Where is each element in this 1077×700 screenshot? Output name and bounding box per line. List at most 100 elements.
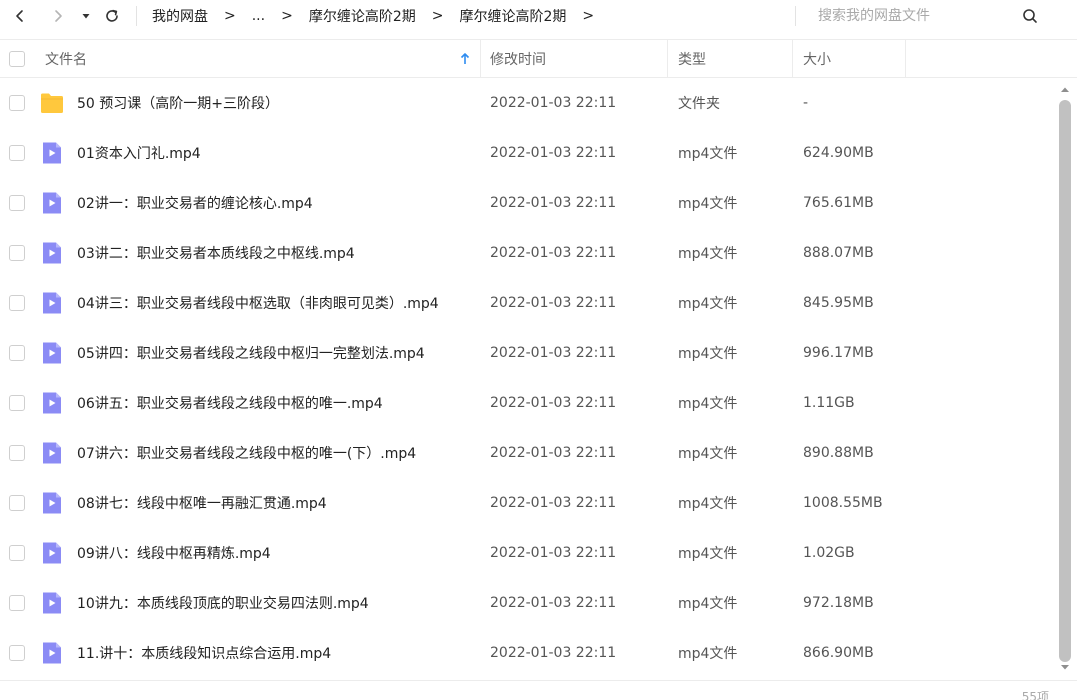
row-checkbox[interactable] [9, 95, 25, 111]
scroll-down-arrow-icon [1061, 664, 1069, 669]
column-divider[interactable] [667, 40, 668, 78]
list-item[interactable]: 50 预习课（高阶一期+三阶段） 2022-01-03 22:11 文件夹 - [0, 78, 1056, 128]
file-size: 996.17MB [803, 345, 874, 361]
row-checkbox[interactable] [9, 195, 25, 211]
file-name[interactable]: 10讲九：本质线段顶底的职业交易四法则.mp4 [77, 578, 369, 628]
file-mtime: 2022-01-03 22:11 [490, 145, 617, 161]
file-mtime: 2022-01-03 22:11 [490, 245, 617, 261]
header-name[interactable]: 文件名 [45, 40, 87, 78]
list-item[interactable]: 06讲五：职业交易者线段之线段中枢的唯一.mp4 2022-01-03 22:1… [0, 378, 1056, 428]
row-checkbox[interactable] [9, 545, 25, 561]
list-item[interactable]: 10讲九：本质线段顶底的职业交易四法则.mp4 2022-01-03 22:11… [0, 578, 1056, 628]
video-file-icon [43, 442, 61, 464]
row-checkbox[interactable] [9, 295, 25, 311]
file-type: mp4文件 [678, 396, 738, 412]
breadcrumb-separator: > [281, 8, 293, 24]
video-file-icon [43, 342, 61, 364]
top-navigation-bar: 我的网盘 > ... > 摩尔缠论高阶2期 > 摩尔缠论高阶2期 > [0, 0, 1077, 32]
row-checkbox[interactable] [9, 245, 25, 261]
file-name[interactable]: 04讲三：职业交易者线段中枢选取（非肉眼可见类）.mp4 [77, 278, 439, 328]
row-checkbox[interactable] [9, 595, 25, 611]
row-checkbox[interactable] [9, 645, 25, 661]
row-checkbox[interactable] [9, 145, 25, 161]
row-checkbox[interactable] [9, 345, 25, 361]
file-mtime: 2022-01-03 22:11 [490, 495, 617, 511]
breadcrumb-separator: > [224, 8, 236, 24]
file-name[interactable]: 03讲二：职业交易者本质线段之中枢线.mp4 [77, 228, 355, 278]
chevron-right-icon [55, 10, 62, 22]
file-name[interactable]: 09讲八：线段中枢再精炼.mp4 [77, 528, 271, 578]
file-size: 866.90MB [803, 645, 874, 661]
file-type: mp4文件 [678, 146, 738, 162]
search-input[interactable] [808, 4, 1018, 28]
header-mtime[interactable]: 修改时间 [490, 40, 546, 78]
list-item[interactable]: 03讲二：职业交易者本质线段之中枢线.mp4 2022-01-03 22:11 … [0, 228, 1056, 278]
video-file-icon [43, 292, 61, 314]
list-item[interactable]: 04讲三：职业交易者线段中枢选取（非肉眼可见类）.mp4 2022-01-03 … [0, 278, 1056, 328]
file-mtime: 2022-01-03 22:11 [490, 445, 617, 461]
row-checkbox[interactable] [9, 495, 25, 511]
video-file-icon [43, 242, 61, 264]
breadcrumb-item-current[interactable]: 摩尔缠论高阶2期 [459, 6, 566, 26]
footer-divider [0, 680, 1077, 681]
file-type: mp4文件 [678, 296, 738, 312]
column-divider[interactable] [792, 40, 793, 78]
file-name[interactable]: 06讲五：职业交易者线段之线段中枢的唯一.mp4 [77, 378, 383, 428]
video-file-icon [43, 492, 61, 514]
row-checkbox[interactable] [9, 395, 25, 411]
file-size: - [803, 95, 809, 111]
file-mtime: 2022-01-03 22:11 [490, 95, 617, 111]
scroll-up-arrow-icon [1061, 87, 1069, 92]
breadcrumb-item-root[interactable]: 我的网盘 [152, 6, 208, 26]
file-name[interactable]: 11.讲十：本质线段知识点综合运用.mp4 [77, 628, 331, 678]
list-item[interactable]: 09讲八：线段中枢再精炼.mp4 2022-01-03 22:11 mp4文件 … [0, 528, 1056, 578]
sort-ascending-button[interactable] [460, 40, 470, 78]
video-file-icon [43, 542, 61, 564]
file-mtime: 2022-01-03 22:11 [490, 295, 617, 311]
vertical-scrollbar[interactable] [1056, 78, 1074, 680]
list-item[interactable]: 07讲六：职业交易者线段之线段中枢的唯一(下）.mp4 2022-01-03 2… [0, 428, 1056, 478]
scroll-down-button[interactable] [1059, 662, 1071, 672]
column-divider[interactable] [905, 40, 906, 78]
row-checkbox[interactable] [9, 445, 25, 461]
list-item[interactable]: 02讲一：职业交易者的缠论核心.mp4 2022-01-03 22:11 mp4… [0, 178, 1056, 228]
file-list-header: 文件名 修改时间 类型 大小 [0, 40, 1077, 78]
history-dropdown-button[interactable] [74, 4, 98, 28]
select-all-checkbox[interactable] [9, 51, 25, 67]
file-name[interactable]: 05讲四：职业交易者线段之线段中枢归一完整划法.mp4 [77, 328, 425, 378]
caret-down-icon [82, 14, 90, 19]
file-size: 972.18MB [803, 595, 874, 611]
list-item[interactable]: 01资本入门礼.mp4 2022-01-03 22:11 mp4文件 624.9… [0, 128, 1056, 178]
refresh-icon [106, 9, 118, 22]
refresh-button[interactable] [100, 4, 124, 28]
list-item[interactable]: 11.讲十：本质线段知识点综合运用.mp4 2022-01-03 22:11 m… [0, 628, 1056, 678]
breadcrumb-item-parent[interactable]: 摩尔缠论高阶2期 [309, 6, 416, 26]
file-name[interactable]: 07讲六：职业交易者线段之线段中枢的唯一(下）.mp4 [77, 428, 416, 478]
list-item[interactable]: 08讲七：线段中枢唯一再融汇贯通.mp4 2022-01-03 22:11 mp… [0, 478, 1056, 528]
header-size[interactable]: 大小 [803, 40, 831, 78]
file-type: mp4文件 [678, 496, 738, 512]
search-button[interactable] [1018, 4, 1042, 28]
file-name[interactable]: 50 预习课（高阶一期+三阶段） [77, 78, 279, 128]
file-name[interactable]: 01资本入门礼.mp4 [77, 128, 201, 178]
file-size: 890.88MB [803, 445, 874, 461]
forward-button[interactable] [46, 4, 70, 28]
file-name[interactable]: 02讲一：职业交易者的缠论核心.mp4 [77, 178, 313, 228]
file-size: 845.95MB [803, 295, 874, 311]
breadcrumb-item-ellipsis[interactable]: ... [252, 8, 265, 24]
item-count: 55项 [1021, 690, 1049, 700]
file-name[interactable]: 08讲七：线段中枢唯一再融汇贯通.mp4 [77, 478, 327, 528]
sort-up-arrow-icon [460, 53, 470, 64]
file-mtime: 2022-01-03 22:11 [490, 345, 617, 361]
search-icon [1023, 9, 1037, 23]
list-item[interactable]: 05讲四：职业交易者线段之线段中枢归一完整划法.mp4 2022-01-03 2… [0, 328, 1056, 378]
back-button[interactable] [8, 4, 32, 28]
scroll-up-button[interactable] [1059, 84, 1071, 94]
column-divider[interactable] [480, 40, 481, 78]
scrollbar-thumb[interactable] [1059, 100, 1071, 662]
file-mtime: 2022-01-03 22:11 [490, 595, 617, 611]
file-type: mp4文件 [678, 196, 738, 212]
breadcrumb-separator: > [431, 8, 444, 24]
file-size: 1.02GB [803, 545, 855, 561]
header-type[interactable]: 类型 [678, 40, 706, 78]
